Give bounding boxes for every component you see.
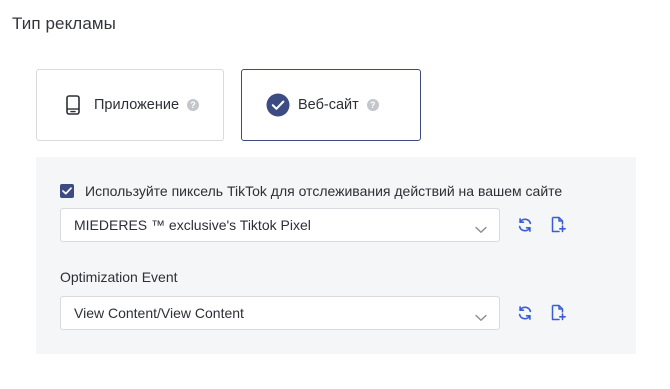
- chevron-down-icon: [475, 221, 487, 239]
- ad-type-app-card[interactable]: Приложение ?: [36, 69, 224, 141]
- optimization-event-select[interactable]: View Content/View Content: [60, 296, 500, 330]
- ad-type-website-card[interactable]: Веб-сайт ?: [241, 69, 421, 141]
- pixel-select-value: MIEDERES ™ exclusive's Tiktok Pixel: [74, 217, 311, 233]
- ad-type-website-label: Веб-сайт: [298, 97, 359, 113]
- check-circle-icon: [266, 93, 290, 117]
- optimization-event-label: Optimization Event: [60, 269, 178, 285]
- help-icon[interactable]: ?: [187, 99, 200, 111]
- help-icon[interactable]: ?: [366, 99, 379, 111]
- chevron-down-icon: [475, 309, 487, 327]
- ad-type-app-label: Приложение: [94, 97, 180, 113]
- refresh-icon[interactable]: [517, 217, 533, 233]
- add-file-icon[interactable]: [550, 304, 566, 321]
- pixel-checkbox-row: Используйте пиксель TikTok для отслежива…: [60, 183, 562, 199]
- section-title: Тип рекламы: [12, 14, 116, 33]
- optimization-event-value: View Content/View Content: [74, 305, 244, 321]
- pixel-select[interactable]: MIEDERES ™ exclusive's Tiktok Pixel: [60, 208, 500, 242]
- phone-icon: [63, 95, 83, 115]
- add-file-icon[interactable]: [550, 216, 566, 233]
- pixel-checkbox-label: Используйте пиксель TikTok для отслежива…: [85, 183, 563, 199]
- refresh-icon[interactable]: [517, 305, 533, 321]
- pixel-settings-panel: Используйте пиксель TikTok для отслежива…: [36, 157, 636, 354]
- pixel-checkbox[interactable]: [60, 184, 74, 198]
